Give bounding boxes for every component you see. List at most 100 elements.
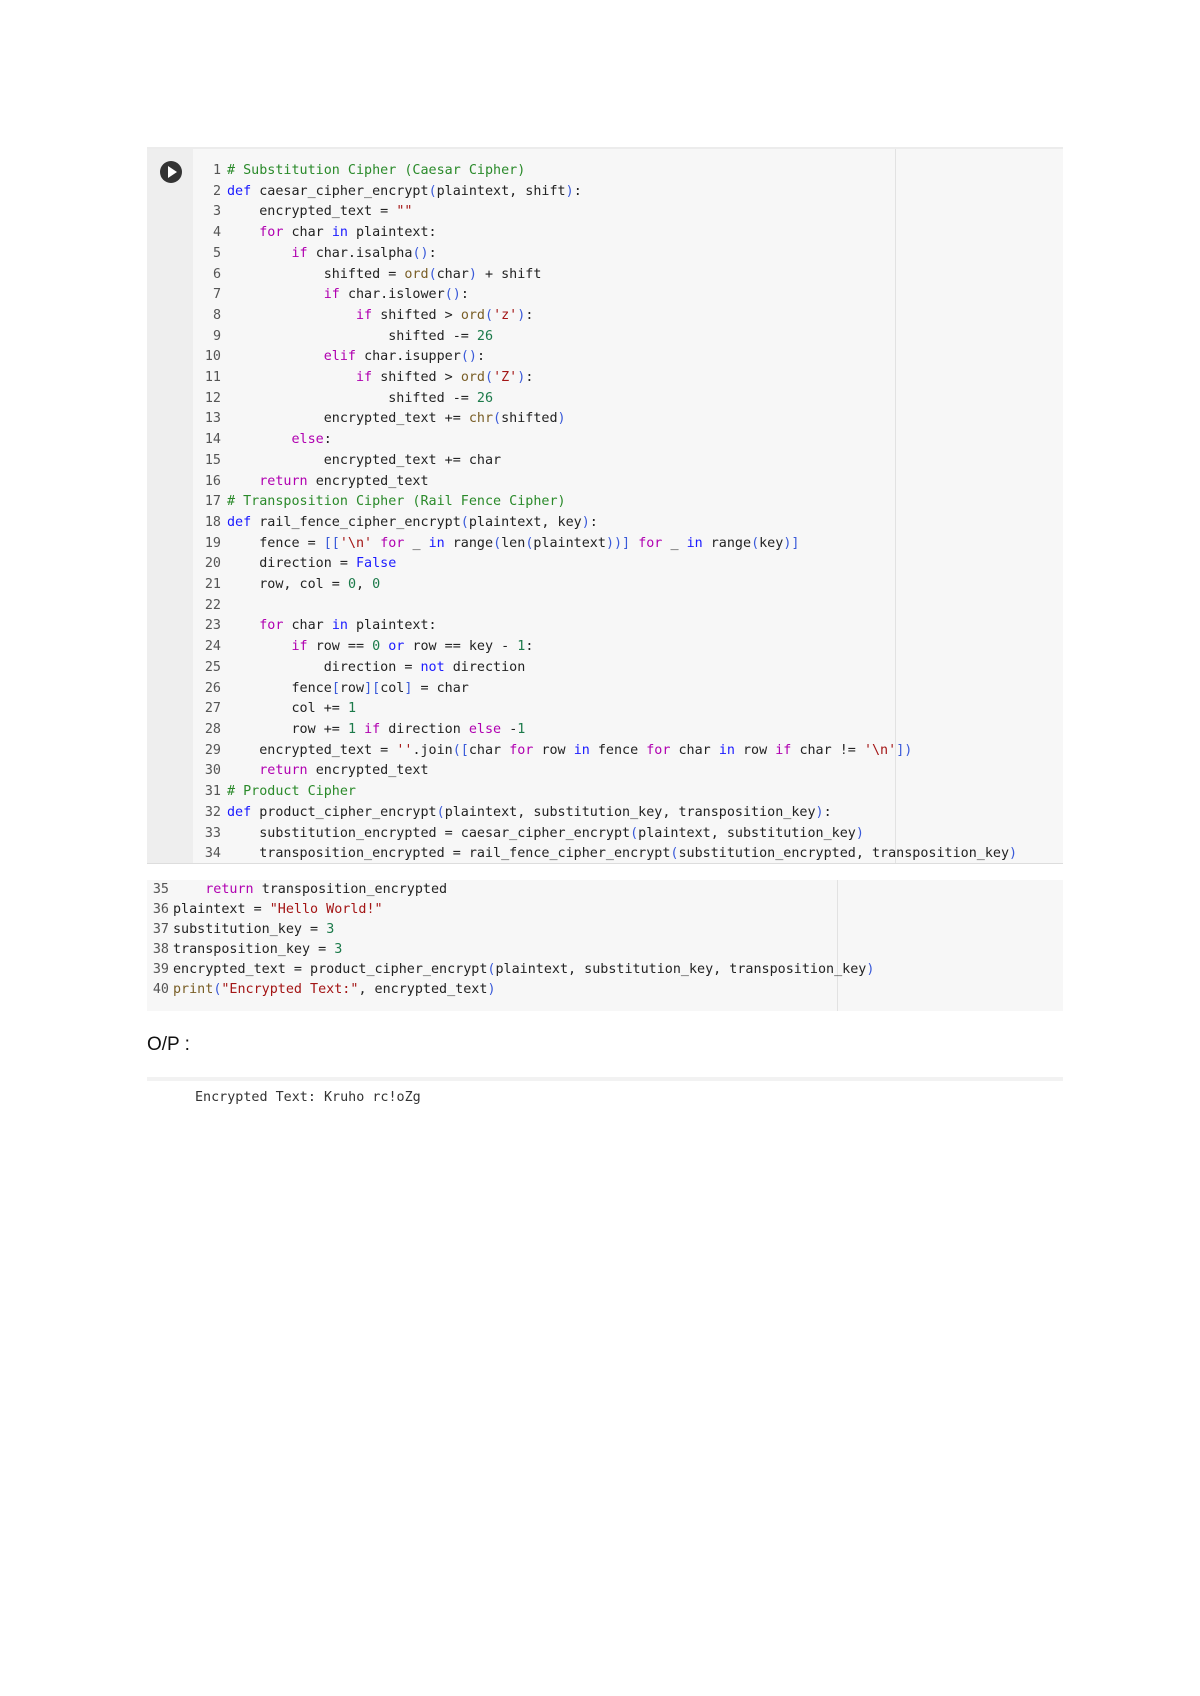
code-token: def xyxy=(227,514,260,530)
code-line: 34 transposition_encrypted = rail_fence_… xyxy=(197,844,1017,865)
code-token: fence = xyxy=(227,535,324,551)
code-token: 1 xyxy=(517,721,526,737)
code-token: '' xyxy=(396,742,413,758)
code-cell-2[interactable]: 35 return transposition_encrypted 36 plain… xyxy=(147,880,1063,1011)
code-token: not xyxy=(420,659,453,675)
code-token: if xyxy=(323,287,348,303)
line-number: 33 xyxy=(204,825,221,841)
code-token: row == xyxy=(315,639,373,655)
code-line: 24 if row == 0 or row == key - 1: xyxy=(197,637,1017,658)
code-token: "" xyxy=(396,204,413,220)
line-number: 40 xyxy=(152,982,169,997)
code-token: def xyxy=(227,183,260,199)
code-token: if xyxy=(364,721,389,737)
code-token: in xyxy=(573,742,598,758)
code-token: ( xyxy=(436,804,445,820)
code-token: ord xyxy=(460,370,485,386)
line-number: 13 xyxy=(204,411,221,427)
code-line: 6 shifted = ord(char) + shift xyxy=(197,265,1017,286)
run-cell-button[interactable] xyxy=(160,161,182,183)
code-token: ( xyxy=(485,370,494,386)
code-token: substitution_key = xyxy=(173,922,327,937)
code-token: else xyxy=(468,721,510,737)
code-token: ([ xyxy=(452,742,469,758)
line-number: 27 xyxy=(204,701,221,717)
code-token: plaintext xyxy=(533,535,606,551)
code-line: 3 encrypted_text = "" xyxy=(197,202,1017,223)
code-token: ) xyxy=(581,514,590,530)
code-line: 18 def rail_fence_cipher_encrypt(plaintex… xyxy=(197,513,1017,534)
code-token: in xyxy=(331,225,356,241)
code-token: : xyxy=(525,370,534,386)
code-token: row == key - xyxy=(412,639,518,655)
code-token: transposition_key = xyxy=(173,942,335,957)
line-number: 6 xyxy=(212,266,221,282)
line-number: 11 xyxy=(204,370,221,386)
code-token: _ xyxy=(412,535,429,551)
code-token: : xyxy=(525,307,534,323)
code-line: 9 shifted -= 26 xyxy=(197,327,1017,348)
code-token: ( xyxy=(751,535,760,551)
code-line: 20 direction = False xyxy=(197,554,1017,575)
code-token: ) xyxy=(866,962,875,977)
line-number: 2 xyxy=(212,183,221,199)
code-token: def xyxy=(227,804,260,820)
code-line: 19 fence = [['\n' for _ in range(len(pla… xyxy=(197,534,1017,555)
code-token: in xyxy=(428,535,453,551)
code-line: 4 for char in plaintext: xyxy=(197,223,1017,244)
line-number: 37 xyxy=(152,922,169,937)
code-token: 26 xyxy=(476,390,494,406)
code-token: plaintext: xyxy=(356,225,437,241)
code-token: if xyxy=(356,307,381,323)
code-line: 22 xyxy=(197,596,1017,617)
code-line: 7 if char.islower(): xyxy=(197,285,1017,306)
cell-gutter xyxy=(147,149,193,863)
code-token: char xyxy=(291,618,332,634)
line-number: 21 xyxy=(204,577,221,593)
code-token: () xyxy=(412,245,429,261)
code-token: caesar_cipher_encrypt xyxy=(259,183,429,199)
code-token: plaintext, key xyxy=(468,514,582,530)
code-token: ( xyxy=(630,825,639,841)
code-token: "Encrypted Text:" xyxy=(221,982,359,997)
code-token: key xyxy=(759,535,784,551)
code-token: or xyxy=(388,639,413,655)
code-line: 27 col += 1 xyxy=(197,699,1017,720)
code-token: plaintext, substitution_key xyxy=(638,825,856,841)
code-token: ) xyxy=(565,183,574,199)
line-number: 18 xyxy=(204,514,221,530)
code-token: shifted -= xyxy=(227,328,477,344)
code-line: 39 encrypted_text = product_cipher_encryp… xyxy=(151,960,875,980)
code-line: 8 if shifted > ord('z'): xyxy=(197,306,1017,327)
code-token: : xyxy=(525,639,534,655)
code-editor[interactable]: 1 # Substitution Cipher (Caesar Cipher) 2 d… xyxy=(197,161,1017,865)
code-token: : xyxy=(573,183,582,199)
code-line: 40 print("Encrypted Text:", encrypted_tex… xyxy=(151,980,874,1000)
code-token: direction = xyxy=(227,659,421,675)
code-line: 29 encrypted_text = ''.join([char for ro… xyxy=(197,741,1017,762)
code-token: 0 xyxy=(372,577,381,593)
code-token: print xyxy=(173,982,214,997)
code-token: char != xyxy=(799,742,864,758)
line-number: 35 xyxy=(152,882,169,897)
code-editor[interactable]: 35 return transposition_encrypted 36 plain… xyxy=(151,880,875,1000)
code-token: # Transposition Cipher (Rail Fence Ciphe… xyxy=(227,494,566,510)
code-token: col += xyxy=(227,701,348,717)
line-number: 5 xyxy=(212,245,221,261)
code-cell-1[interactable]: 1 # Substitution Cipher (Caesar Cipher) 2 d… xyxy=(147,147,1063,864)
line-number: 15 xyxy=(204,452,221,468)
code-line: 12 shifted -= 26 xyxy=(197,389,1017,410)
line-number: 9 xyxy=(212,328,221,344)
code-token: ord xyxy=(460,307,485,323)
code-token: 0 xyxy=(372,639,389,655)
line-number: 24 xyxy=(204,639,221,655)
code-line: 10 elif char.isupper(): xyxy=(197,347,1017,368)
code-token: ][ xyxy=(364,680,381,696)
code-token: 3 xyxy=(334,942,343,957)
